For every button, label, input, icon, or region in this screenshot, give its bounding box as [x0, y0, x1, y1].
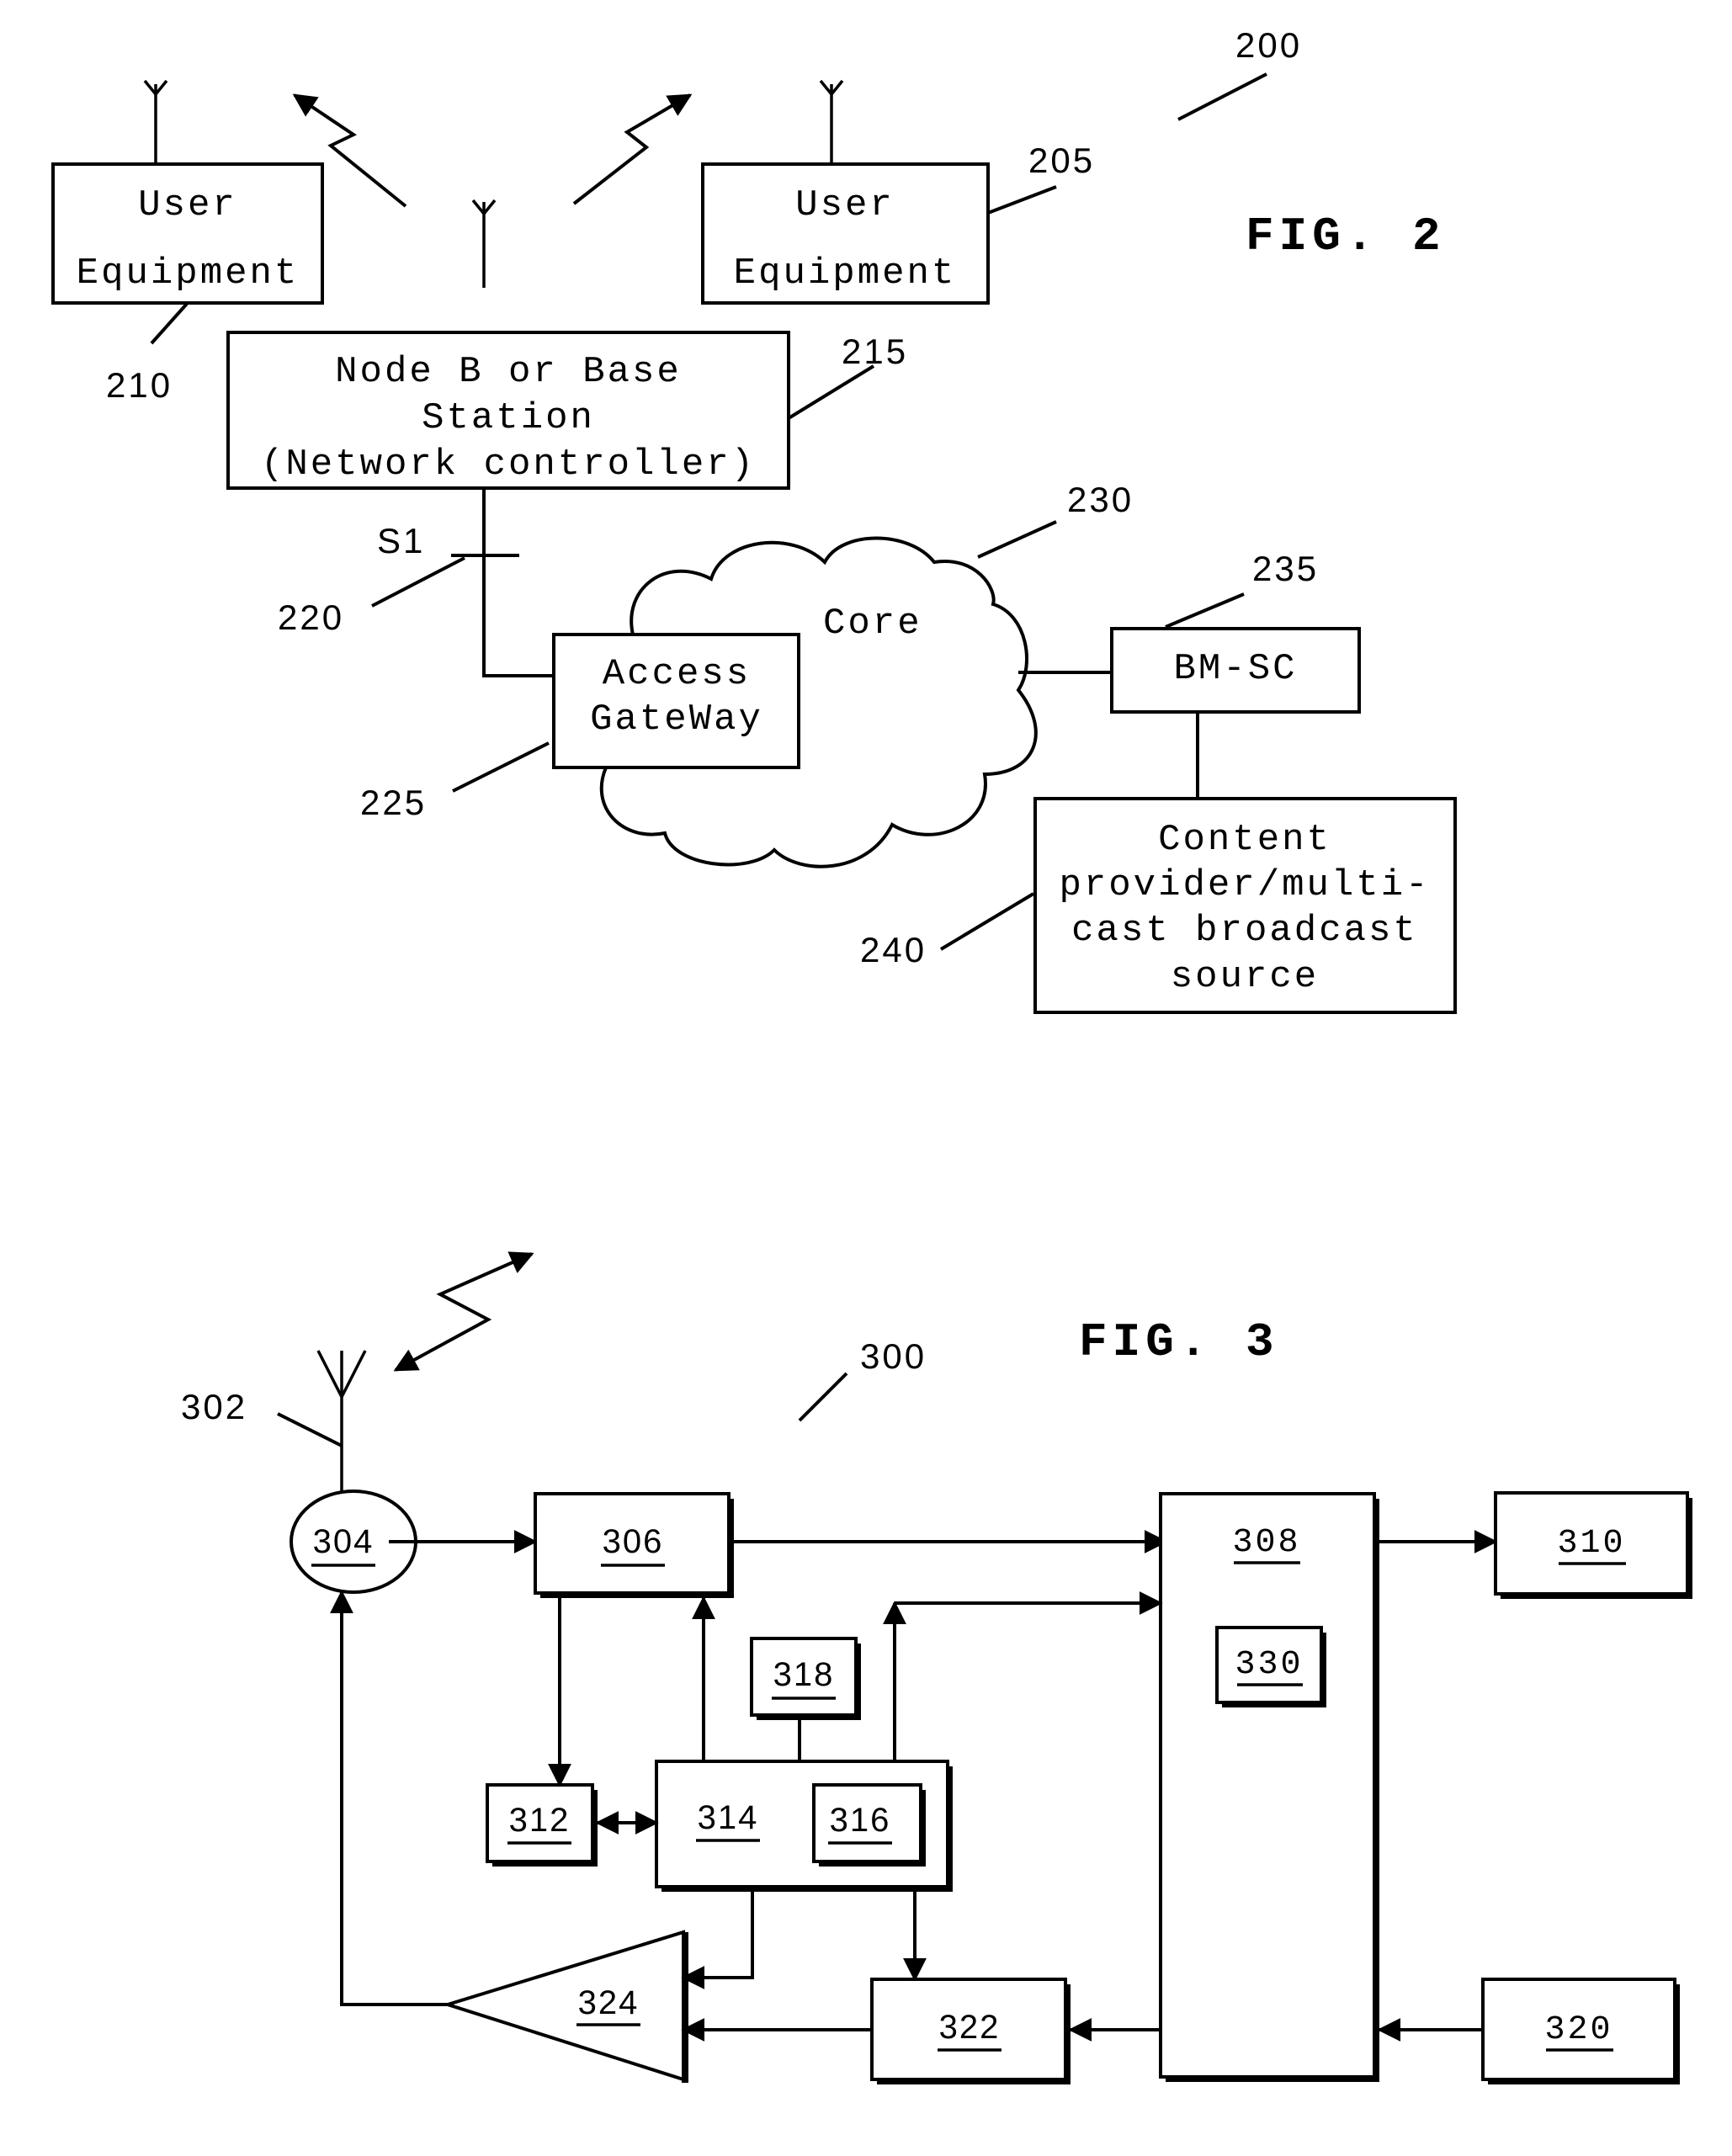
antenna-icon: [819, 79, 844, 164]
leader-line-210: [150, 302, 189, 345]
block-322: 322: [870, 1978, 1071, 2084]
block-306: 306: [534, 1492, 734, 1598]
block-324-amplifier: 324: [442, 1930, 688, 2083]
access-gateway-line1: Access: [603, 653, 751, 695]
content-line1: Content: [1158, 819, 1331, 861]
content-line4: source: [1171, 956, 1319, 998]
s1-link-line: [482, 488, 554, 677]
leader-line-235: [1165, 592, 1245, 629]
figure-3: FIG. 3 300 302 304 306 308 330 310 318 3…: [181, 1251, 1692, 2084]
label-316: 316: [830, 1802, 891, 1839]
ref-215: 215: [842, 332, 908, 371]
s1-label: S1: [377, 521, 425, 560]
label-322: 322: [939, 2009, 1001, 2046]
fig2-label: FIG. 2: [1246, 210, 1446, 263]
system-ref-300: 300: [860, 1336, 927, 1376]
patent-drawing-page: FIG. 2 200 User Equipment 210 User Equip…: [0, 0, 1732, 2156]
bmsc-label: BM-SC: [1173, 648, 1297, 690]
node-b-line2: Station: [422, 397, 595, 439]
ref-235: 235: [1252, 549, 1319, 588]
label-312: 312: [509, 1802, 571, 1839]
access-gateway: Access GateWay: [552, 633, 800, 769]
diagram-svg: FIG. 2 200 User Equipment 210 User Equip…: [51, 25, 1692, 2084]
block-316: 316: [812, 1783, 926, 1867]
label-304: 304: [313, 1523, 375, 1560]
label-308: 308: [1232, 1524, 1300, 1562]
block-308: 308: [1159, 1492, 1379, 2082]
ref-302: 302: [181, 1387, 247, 1426]
label-318: 318: [773, 1656, 835, 1693]
label-320: 320: [1544, 2011, 1612, 2049]
ref-220: 220: [278, 597, 344, 637]
node-b-line3: (Network controller): [261, 443, 756, 486]
antenna-icon: [143, 79, 168, 164]
user-equipment-left: User Equipment: [51, 162, 324, 305]
arrow-314-to-324: [681, 1892, 754, 1989]
access-gateway-line2: GateWay: [590, 698, 763, 741]
figure-2: FIG. 2 200 User Equipment 210 User Equip…: [51, 25, 1457, 1014]
ue-right-line2: Equipment: [734, 252, 957, 295]
block-310: 310: [1494, 1491, 1692, 1599]
block-318: 318: [750, 1637, 861, 1720]
leader-line-302: [277, 1412, 343, 1447]
label-324: 324: [578, 1984, 640, 2021]
label-330: 330: [1235, 1646, 1303, 1684]
ref-240: 240: [860, 930, 927, 969]
leader-line-230: [977, 520, 1057, 559]
leader-line-205: [987, 185, 1057, 215]
block-330: 330: [1215, 1626, 1326, 1707]
content-provider: Content provider/multi- cast broadcast s…: [1033, 797, 1457, 1014]
label-314: 314: [698, 1799, 759, 1836]
leader-line-240: [939, 892, 1035, 951]
block-320: 320: [1481, 1978, 1680, 2084]
user-equipment-right: User Equipment: [701, 162, 990, 305]
ref-205: 205: [1028, 141, 1095, 180]
ref-230: 230: [1067, 480, 1134, 519]
content-line2: provider/multi-: [1059, 864, 1430, 906]
system-ref-200: 200: [1235, 25, 1302, 65]
antenna-icon: [471, 199, 497, 288]
ref-225: 225: [360, 783, 427, 822]
ue-right-line1: User: [795, 184, 895, 226]
label-310: 310: [1557, 1525, 1625, 1563]
core-label: Core: [823, 603, 922, 645]
antenna-icon: [316, 1350, 367, 1491]
ref-210: 210: [106, 365, 173, 405]
node-b-line1: Node B or Base: [335, 351, 682, 393]
ue-left-line1: User: [138, 184, 237, 226]
leader-line-220: [371, 556, 465, 608]
leader-line-225: [452, 741, 550, 793]
leader-line-200: [1177, 72, 1267, 121]
label-306: 306: [603, 1523, 664, 1560]
node-b-base-station: Node B or Base Station (Network controll…: [226, 331, 790, 490]
content-line3: cast broadcast: [1071, 910, 1418, 952]
wireless-link-icon: [393, 1251, 534, 1372]
block-312: 312: [486, 1783, 598, 1867]
leader-line-215: [787, 364, 875, 420]
fig3-label: FIG. 3: [1079, 1315, 1279, 1369]
ue-left-line2: Equipment: [77, 252, 300, 295]
bm-sc: BM-SC: [1110, 627, 1361, 714]
leader-line-300: [798, 1372, 848, 1422]
arrow-324-to-304: [330, 1590, 448, 2006]
wireless-link-right-icon: [572, 93, 693, 205]
